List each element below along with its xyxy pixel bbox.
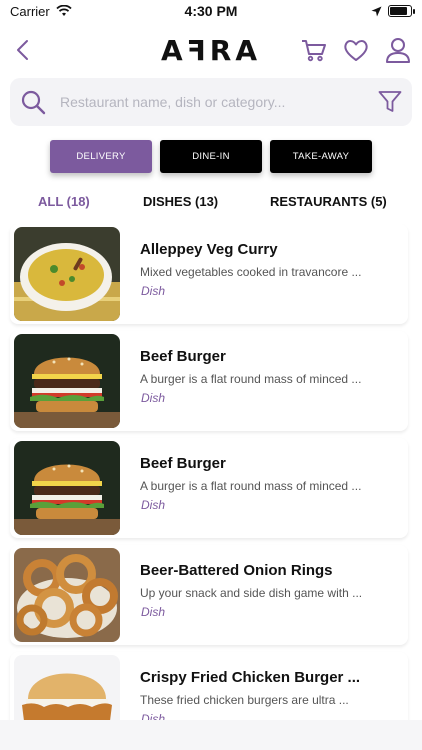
item-title: Beef Burger [140, 455, 226, 472]
navbar: AꟻRA [0, 28, 422, 72]
bottom-safe-area [0, 720, 422, 750]
search-icon[interactable] [20, 89, 46, 115]
status-bar: Carrier 4:30 PM [0, 0, 422, 22]
battery-fill [390, 7, 407, 15]
list-item[interactable]: Crispy Fried Chicken Burger ... These fr… [10, 652, 408, 720]
item-title: Beer-Battered Onion Rings [140, 562, 333, 579]
wifi-icon [56, 5, 72, 16]
dish-thumbnail [14, 548, 120, 642]
dine-in-button[interactable]: DINE-IN [160, 140, 262, 173]
item-description: Mixed vegetables cooked in travancore ..… [140, 265, 362, 279]
item-title: Beef Burger [140, 348, 226, 365]
list-item[interactable]: Alleppey Veg Curry Mixed vegetables cook… [10, 224, 408, 324]
dish-thumbnail [14, 334, 120, 428]
results-list: Alleppey Veg Curry Mixed vegetables cook… [0, 224, 422, 720]
filter-funnel-icon[interactable] [378, 90, 402, 114]
tab-all[interactable]: ALL (18) [38, 194, 90, 209]
status-right [371, 5, 415, 17]
status-left: Carrier [10, 4, 72, 19]
cart-icon[interactable] [300, 36, 328, 64]
list-item[interactable]: Beef Burger A burger is a flat round mas… [10, 438, 408, 538]
item-type: Dish [141, 712, 166, 720]
heart-icon[interactable] [342, 36, 370, 64]
order-mode-selector: DELIVERY DINE-IN TAKE-AWAY [50, 140, 372, 173]
item-type: Dish [141, 391, 166, 405]
carrier-label: Carrier [10, 3, 50, 19]
battery-icon [388, 5, 415, 17]
item-type: Dish [141, 498, 166, 512]
location-arrow-icon [371, 6, 382, 16]
dish-thumbnail [14, 655, 120, 720]
nav-actions [300, 36, 412, 64]
dish-thumbnail [14, 227, 120, 321]
item-description: Up your snack and side dish game with ..… [140, 586, 363, 600]
item-title: Crispy Fried Chicken Burger ... [140, 669, 361, 686]
tab-restaurants[interactable]: RESTAURANTS (5) [270, 194, 387, 209]
item-type: Dish [141, 605, 166, 619]
item-description: These fried chicken burgers are ultra ..… [140, 693, 349, 707]
list-item[interactable]: Beef Burger A burger is a flat round mas… [10, 331, 408, 431]
tab-dishes[interactable]: DISHES (13) [143, 194, 218, 209]
search-bar [10, 78, 412, 126]
veg-curry-image [14, 227, 120, 321]
delivery-button[interactable]: DELIVERY [50, 140, 152, 173]
user-profile-icon[interactable] [384, 36, 412, 64]
search-input[interactable] [60, 94, 378, 110]
list-item[interactable]: Beer-Battered Onion Rings Up your snack … [10, 545, 408, 645]
item-title: Alleppey Veg Curry [140, 241, 278, 258]
take-away-button[interactable]: TAKE-AWAY [270, 140, 372, 173]
item-description: A burger is a flat round mass of minced … [140, 372, 362, 386]
onion-rings-image [14, 548, 120, 642]
result-filter-tabs: ALL (18) DISHES (13) RESTAURANTS (5) [0, 194, 422, 214]
dish-thumbnail [14, 441, 120, 535]
burger-image [14, 441, 120, 535]
item-type: Dish [141, 284, 166, 298]
chicken-burger-image [14, 655, 120, 720]
burger-image [14, 334, 120, 428]
item-description: A burger is a flat round mass of minced … [140, 479, 362, 493]
